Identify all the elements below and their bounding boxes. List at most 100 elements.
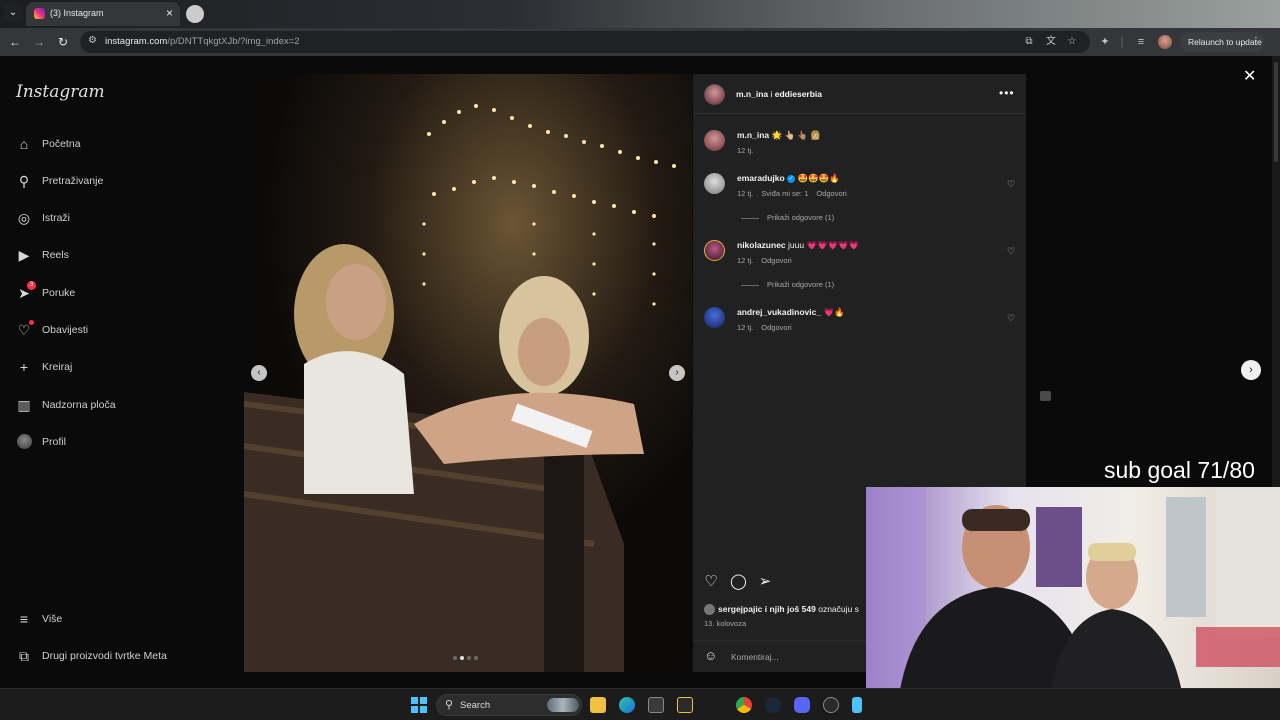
edge-icon[interactable] <box>619 697 635 713</box>
sidebar-item-reels[interactable]: ▶ Reels <box>16 245 69 265</box>
sidebar-item-more[interactable]: ≡ Više <box>16 609 62 629</box>
site-info-icon[interactable]: ⚙ <box>88 35 100 47</box>
reload-icon[interactable]: ↻ <box>54 33 72 51</box>
windows-start-icon[interactable] <box>411 697 427 713</box>
comment-likes[interactable]: Sviđa mi se: 1 <box>761 189 808 198</box>
comment-username[interactable]: andrej_vukadinovic_ <box>737 307 821 317</box>
view-replies-button[interactable]: Prikaži odgovore (1) <box>741 213 834 222</box>
comment-username[interactable]: emaradujko <box>737 173 785 183</box>
sidebar-item-dashboard[interactable]: ▥ Nadzorna ploča <box>16 395 116 415</box>
bookmark-star-icon[interactable]: ☆ <box>1065 35 1079 49</box>
comment-username[interactable]: nikolazunec <box>737 240 786 250</box>
carousel-prev-button[interactable]: ‹ <box>251 365 267 381</box>
sidebar-item-explore[interactable]: ◎ Istraži <box>16 208 70 228</box>
translate-icon[interactable]: 文 <box>1044 35 1058 49</box>
steam-icon[interactable] <box>765 697 781 713</box>
carousel-next-button[interactable]: › <box>669 365 685 381</box>
comment-input[interactable]: Komentiraj... <box>731 652 779 662</box>
reels-icon: ▶ <box>18 247 30 263</box>
next-post-button[interactable]: › <box>1241 360 1261 380</box>
dashboard-icon: ▥ <box>17 397 31 413</box>
meta-products-icon: ⧉ <box>19 648 29 664</box>
caption-username[interactable]: m.n_ina <box>737 130 769 140</box>
new-tab-button[interactable] <box>186 5 204 23</box>
comment-icon[interactable]: ◯ <box>730 574 747 590</box>
more-options-icon[interactable]: ••• <box>999 86 1015 100</box>
taskbar-search[interactable]: ⚲ Search <box>436 694 582 716</box>
sidebar-item-label: Profil <box>42 436 66 448</box>
comment-text: 💗🔥 <box>823 307 845 317</box>
install-app-icon[interactable]: ⧉ <box>1022 35 1036 49</box>
chrome-icon[interactable] <box>736 697 752 713</box>
comment-avatar[interactable] <box>704 173 725 194</box>
relaunch-button[interactable]: Relaunch to update ⋮ <box>1180 32 1264 52</box>
home-icon: ⌂ <box>19 136 29 152</box>
browser-tab[interactable]: (3) Instagram × <box>26 2 180 26</box>
sidebar-item-profile[interactable]: Profil <box>16 432 66 452</box>
caption-avatar[interactable] <box>704 130 725 151</box>
sidebar-item-notifications[interactable]: ♡ Obavijesti <box>16 320 88 340</box>
url-text[interactable]: instagram.com/p/DNTTqkgtXJb/?img_index=2 <box>105 36 300 47</box>
store-icon[interactable] <box>648 697 664 713</box>
post-photo[interactable]: ‹ › <box>244 74 692 672</box>
comment-avatar[interactable] <box>704 240 725 261</box>
notepad-icon[interactable] <box>852 697 862 713</box>
sidebar-item-label: Obavijesti <box>42 324 89 336</box>
carousel-dot <box>474 656 478 660</box>
heart-icon: ♡ <box>16 320 34 338</box>
messages-badge: 3 <box>27 281 36 290</box>
close-tab-icon[interactable]: × <box>166 6 173 20</box>
messenger-icon: ➤ 3 <box>16 281 36 301</box>
sidebar-item-search[interactable]: ⚲ Pretraživanje <box>16 171 103 191</box>
discord-icon[interactable] <box>794 697 810 713</box>
sidebar-item-messages[interactable]: ➤ 3 Poruke <box>16 281 75 303</box>
compass-icon: ◎ <box>17 210 31 226</box>
file-explorer-icon[interactable] <box>590 697 606 713</box>
sidebar-item-label: Nadzorna ploča <box>42 399 116 411</box>
post-date: 13. kolovoza <box>704 619 747 628</box>
caption-time: 12 tj. <box>737 146 754 155</box>
share-icon[interactable]: ➢ <box>757 574 773 590</box>
tab-search-button[interactable]: ⌄ <box>4 4 22 22</box>
chrome-menu-icon[interactable]: ⋮ <box>1251 32 1261 52</box>
likes-summary[interactable]: sergejpajic i njih još 549 označuju s <box>704 604 859 616</box>
browser-toolbar: ← → ↻ ⚙ instagram.com/p/DNTTqkgtXJb/?img… <box>0 28 1280 56</box>
sub-goal-overlay: sub goal 71/80 <box>1104 457 1255 483</box>
pen-app-icon[interactable] <box>677 697 693 713</box>
media-icon <box>1040 391 1051 401</box>
post-image <box>244 74 692 672</box>
emoji-icon[interactable]: ☺ <box>704 649 717 663</box>
sidebar-item-home[interactable]: ⌂ Početna <box>16 134 81 154</box>
like-icon[interactable]: ♡ <box>703 574 719 590</box>
media-controls-icon[interactable]: ≡ <box>1133 34 1149 50</box>
author-avatar[interactable] <box>704 84 725 105</box>
close-icon[interactable]: ✕ <box>1243 66 1256 86</box>
reply-button[interactable]: Odgovori <box>761 256 791 265</box>
comment-time: 12 tj. <box>737 323 754 332</box>
instagram-logo[interactable]: Instagram <box>16 82 105 102</box>
reply-button[interactable]: Odgovori <box>816 189 846 198</box>
chrome-profile-avatar[interactable] <box>1158 35 1172 49</box>
sidebar-item-label: Istraži <box>42 212 71 224</box>
sidebar-item-meta[interactable]: ⧉ Drugi proizvodi tvrtke Meta <box>16 646 167 666</box>
sidebar-item-create[interactable]: + Kreiraj <box>16 357 72 377</box>
reply-button[interactable]: Odgovori <box>761 323 791 332</box>
post-authors[interactable]: m.n_ina i eddieserbia <box>736 89 822 99</box>
like-comment-icon[interactable]: ♡ <box>1007 179 1015 190</box>
forward-icon[interactable]: → <box>30 33 48 51</box>
obs-icon[interactable] <box>823 697 839 713</box>
extensions-icon[interactable]: ✦ <box>1097 34 1113 50</box>
comment-avatar[interactable] <box>704 307 725 328</box>
like-comment-icon[interactable]: ♡ <box>1007 313 1015 324</box>
taskbar-search-label: Search <box>460 700 491 711</box>
back-icon[interactable]: ← <box>6 33 24 51</box>
instagram-favicon-icon <box>34 8 45 19</box>
like-comment-icon[interactable]: ♡ <box>1007 246 1015 257</box>
tab-title: (3) Instagram <box>50 8 104 18</box>
comment-time: 12 tj. <box>737 189 754 198</box>
view-replies-button[interactable]: Prikaži odgovore (1) <box>741 280 834 289</box>
address-bar[interactable]: ⚙ instagram.com/p/DNTTqkgtXJb/?img_index… <box>80 31 1090 53</box>
sidebar-item-label: Više <box>42 613 63 625</box>
sidebar-item-label: Pretraživanje <box>42 175 104 187</box>
carousel-dot <box>460 656 464 660</box>
